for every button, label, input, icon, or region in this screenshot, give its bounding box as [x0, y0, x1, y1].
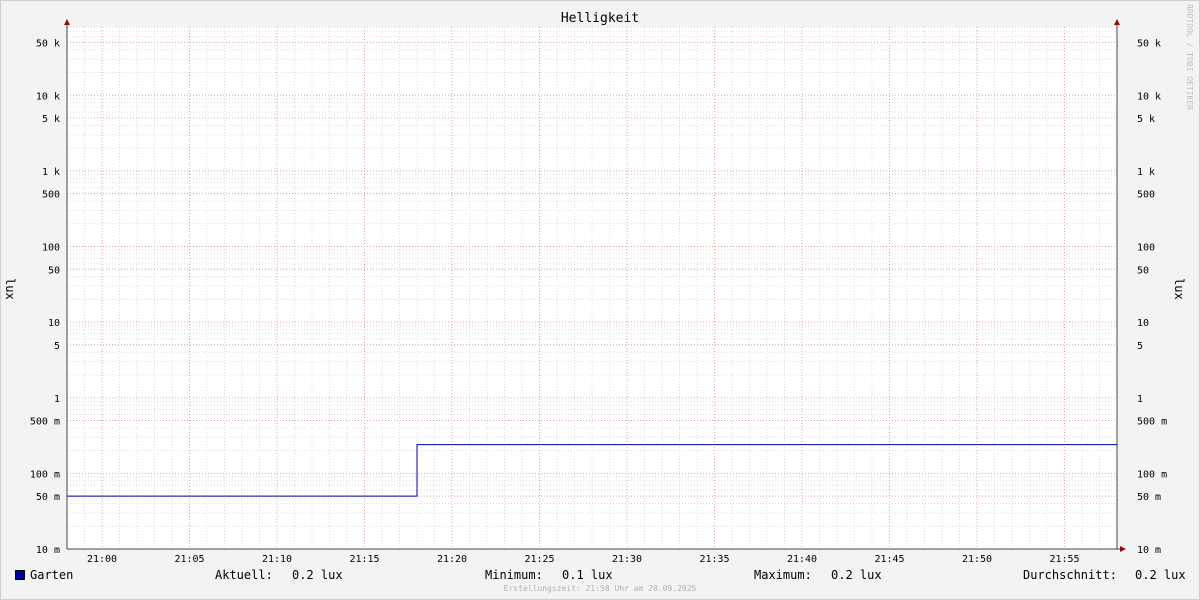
x-axis-arrow — [1120, 546, 1126, 552]
y-tick-label-right: 50 — [1137, 265, 1149, 276]
legend-maximum-value: 0.2 lux — [831, 568, 882, 582]
y-tick-label-right: 10 — [1137, 318, 1149, 329]
y-tick-label-left: 10 k — [36, 91, 60, 102]
legend-aktuell-value: 0.2 lux — [292, 568, 343, 582]
y-tick-label-right: 10 k — [1137, 91, 1161, 102]
x-tick-label: 21:50 — [962, 554, 992, 565]
y-tick-label-right: 500 — [1137, 190, 1155, 201]
x-tick-label: 21:30 — [612, 554, 642, 565]
x-tick-label: 21:00 — [87, 554, 117, 565]
legend-durchschnitt-value: 0.2 lux — [1135, 568, 1186, 582]
x-tick-label: 21:55 — [1049, 554, 1079, 565]
x-tick-label: 21:45 — [874, 554, 904, 565]
y-tick-label-left: 5 — [54, 341, 60, 352]
y-axis-arrow-left — [64, 19, 70, 25]
legend-maximum-label: Maximum: — [754, 568, 812, 582]
y-tick-label-left: 1 — [54, 394, 60, 405]
y-tick-label-right: 10 m — [1137, 545, 1161, 556]
legend-minimum-label: Minimum: — [485, 568, 543, 582]
x-tick-label: 21:05 — [174, 554, 204, 565]
y-tick-label-left: 500 — [42, 190, 60, 201]
y-tick-label-right: 500 m — [1137, 417, 1167, 428]
y-tick-label-right: 50 k — [1137, 38, 1161, 49]
y-tick-label-right: 1 k — [1137, 167, 1155, 178]
y-axis-arrow-right — [1114, 19, 1120, 25]
y-tick-label-right: 100 m — [1137, 469, 1167, 480]
legend-series-name: Garten — [30, 568, 74, 582]
y-tick-label-left: 50 m — [36, 492, 60, 503]
x-tick-label: 21:40 — [787, 554, 817, 565]
y-tick-label-right: 50 m — [1137, 492, 1161, 503]
chart-canvas: 50 k 50 k 10 k 10 k 5 k 5 k 1 k 1 k 500 500 100 100… — [30, 19, 1167, 565]
x-tick-label: 21:15 — [349, 554, 379, 565]
y-tick-label-right: 5 k — [1137, 114, 1155, 125]
y-tick-label-left: 10 m — [36, 545, 60, 556]
y-tick-label-right: 100 — [1137, 243, 1155, 254]
creation-time-footer: Erstellungszeit: 21:58 Uhr am 20.09.2025 — [503, 584, 697, 593]
legend-minimum-value: 0.1 lux — [562, 568, 613, 582]
y-tick-label-left: 10 — [48, 318, 60, 329]
legend-durchschnitt-label: Durchschnitt: — [1023, 568, 1117, 582]
y-tick-label-left: 100 — [42, 243, 60, 254]
y-tick-label-left: 1 k — [42, 167, 60, 178]
x-tick-label: 21:10 — [262, 554, 292, 565]
y-tick-label-left: 5 k — [42, 114, 60, 125]
legend-swatch-garten — [15, 570, 25, 580]
x-tick-label: 21:25 — [524, 554, 554, 565]
y-tick-label-left: 50 — [48, 265, 60, 276]
y-tick-label-right: 5 — [1137, 341, 1143, 352]
x-tick-label: 21:35 — [699, 554, 729, 565]
x-tick-label: 21:20 — [437, 554, 467, 565]
legend-aktuell-label: Aktuell: — [215, 568, 273, 582]
y-tick-label-left: 100 m — [30, 469, 60, 480]
y-tick-label-left: 500 m — [30, 417, 60, 428]
y-tick-label-left: 50 k — [36, 38, 60, 49]
y-tick-label-right: 1 — [1137, 394, 1143, 405]
